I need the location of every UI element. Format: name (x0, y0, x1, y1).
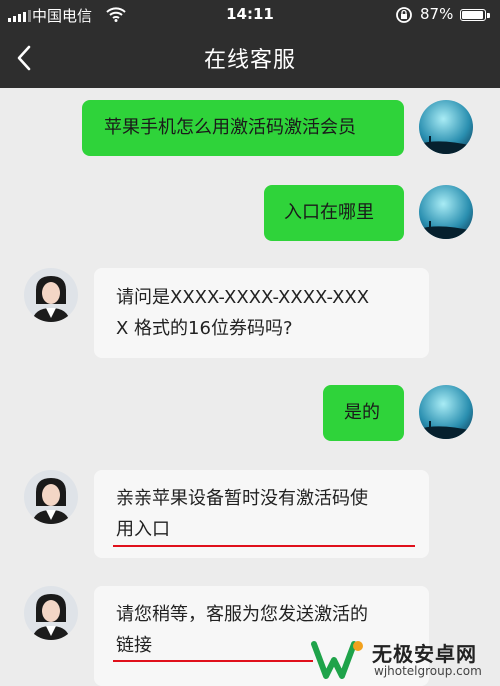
watermark-name: 无极安卓网 (372, 642, 477, 666)
page-title: 在线客服 (203, 48, 296, 73)
user-message: 入口在哪里 (264, 185, 404, 241)
status-bar: 中国电信 14:11 87% (0, 0, 500, 30)
message-line: 请您稍等，客服为您发送激活的 (116, 604, 368, 625)
agent-avatar[interactable] (24, 586, 78, 640)
watermark: 无极安卓网 wjhotelgroup.com (310, 636, 496, 684)
watermark-url: wjhotelgroup.com (374, 664, 482, 678)
message-line: 亲亲苹果设备暂时没有激活码使 (116, 488, 368, 509)
user-avatar[interactable] (419, 185, 473, 239)
user-message: 是的 (323, 385, 404, 441)
annotation-underline (113, 660, 313, 662)
message-line: X 格式的16位券码吗? (116, 318, 293, 339)
agent-avatar[interactable] (24, 268, 78, 322)
app-header: 中国电信 14:11 87% 在线客服 (0, 0, 500, 88)
battery-percent: 87% (420, 5, 454, 23)
message-text: 是的 (344, 402, 380, 423)
rotation-lock-icon (395, 6, 413, 28)
watermark-logo-icon (311, 641, 363, 679)
message-line: 用入口 (116, 519, 170, 540)
message-text: 苹果手机怎么用激活码激活会员 (104, 117, 356, 138)
agent-message: 请问是XXXX-XXXX-XXXX-XXX X 格式的16位券码吗? (94, 268, 429, 358)
battery-icon (460, 9, 490, 21)
annotation-underline (113, 545, 415, 547)
message-text: 入口在哪里 (284, 202, 374, 223)
user-avatar[interactable] (419, 100, 473, 154)
agent-avatar[interactable] (24, 470, 78, 524)
message-line: 请问是XXXX-XXXX-XXXX-XXX (116, 287, 370, 308)
user-avatar[interactable] (419, 385, 473, 439)
user-message: 苹果手机怎么用激活码激活会员 (82, 100, 404, 156)
